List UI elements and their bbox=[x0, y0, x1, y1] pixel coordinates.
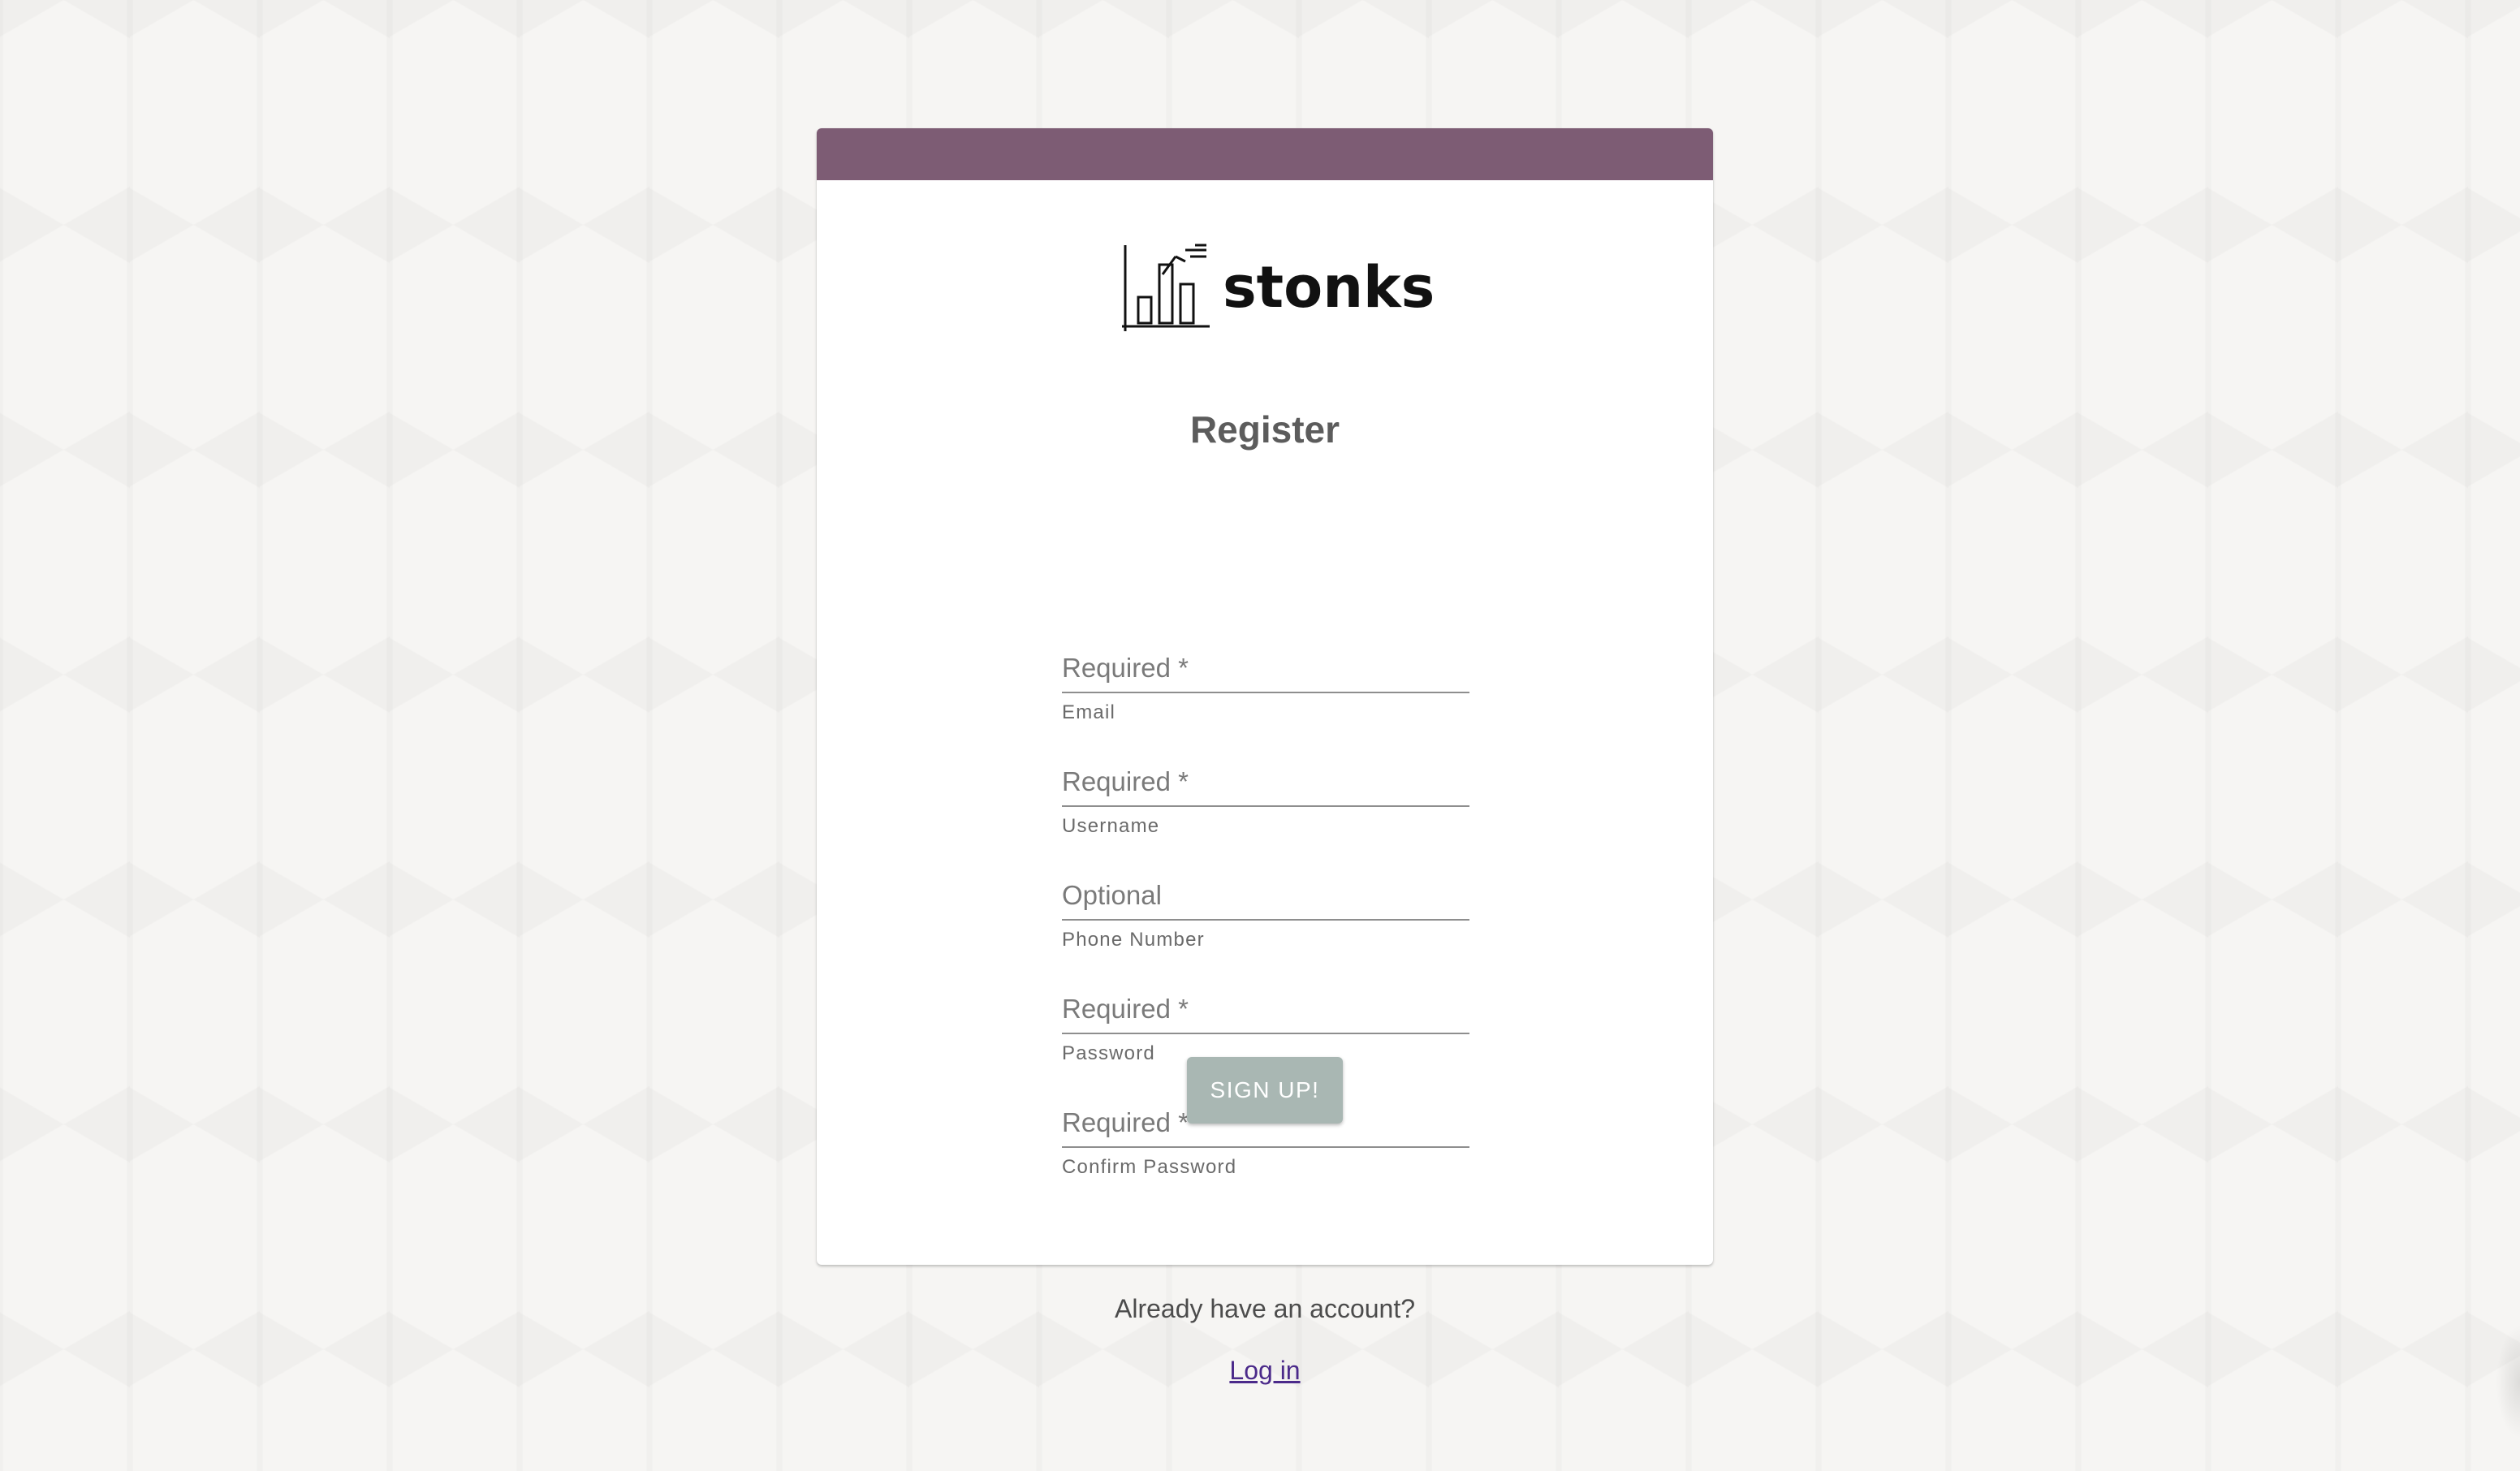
email-helper-label: Email bbox=[1062, 701, 1116, 723]
username-field[interactable]: Required * Username bbox=[1062, 755, 1469, 838]
password-field[interactable]: Required * Password bbox=[1062, 982, 1469, 1065]
email-field[interactable]: Required * Email bbox=[1062, 641, 1469, 724]
sign-up-button[interactable]: SIGN UP! bbox=[1187, 1057, 1343, 1124]
login-link-wrapper: Log in bbox=[817, 1356, 1713, 1386]
page-edge-shadow bbox=[2496, 1325, 2520, 1439]
username-placeholder: Required * bbox=[1062, 766, 1189, 796]
brand-logo: stonks bbox=[1120, 242, 1435, 333]
register-card: stonks Register Required * Email Require… bbox=[817, 128, 1713, 1265]
phone-number-field[interactable]: Optional Phone Number bbox=[1062, 869, 1469, 951]
phone-number-placeholder: Optional bbox=[1062, 880, 1162, 910]
phone-number-input[interactable]: Optional bbox=[1062, 869, 1469, 921]
page-title: Register bbox=[1189, 408, 1340, 451]
email-placeholder: Required * bbox=[1062, 653, 1189, 683]
email-input[interactable]: Required * bbox=[1062, 641, 1469, 693]
card-header-bar bbox=[817, 128, 1713, 180]
confirm-password-helper-label: Confirm Password bbox=[1062, 1156, 1237, 1178]
confirm-password-placeholder: Required * bbox=[1062, 1107, 1189, 1137]
brand-name: stonks bbox=[1223, 254, 1435, 321]
password-input[interactable]: Required * bbox=[1062, 982, 1469, 1034]
username-helper-label: Username bbox=[1062, 815, 1160, 837]
bar-chart-icon bbox=[1122, 244, 1210, 331]
username-input[interactable]: Required * bbox=[1062, 755, 1469, 807]
password-placeholder: Required * bbox=[1062, 994, 1189, 1024]
phone-number-helper-label: Phone Number bbox=[1062, 929, 1205, 951]
login-prompt: Already have an account? bbox=[1114, 1294, 1416, 1323]
login-link[interactable]: Log in bbox=[1229, 1356, 1300, 1385]
